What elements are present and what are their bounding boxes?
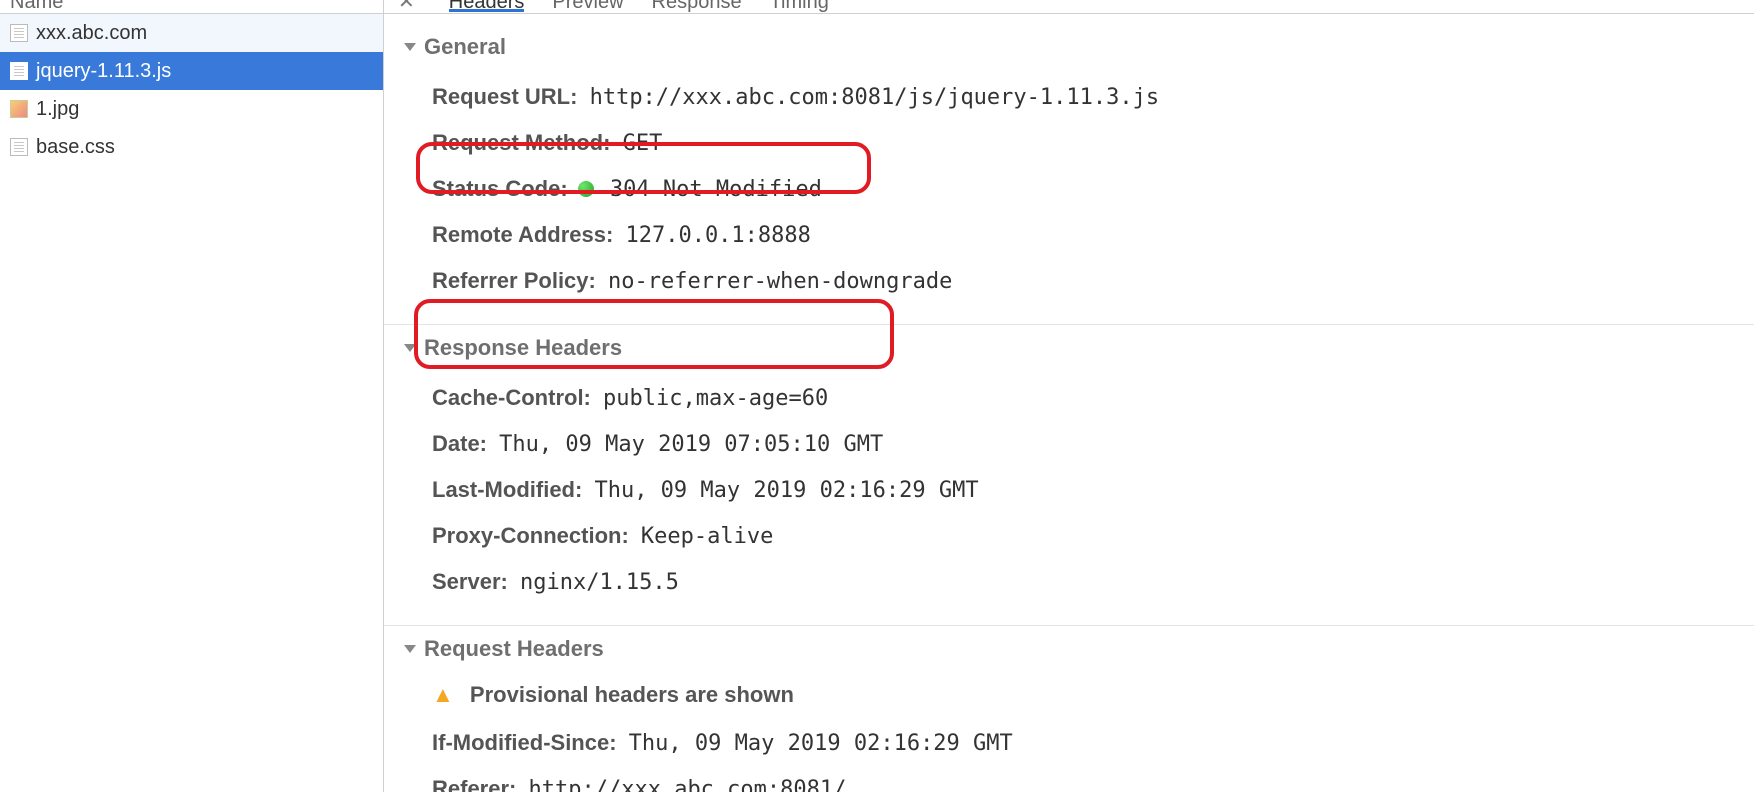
section-title-request-headers[interactable]: Request Headers — [404, 636, 1734, 662]
kv-server: Server: nginx/1.15.5 — [404, 559, 1734, 605]
kv-date: Date: Thu, 09 May 2019 07:05:10 GMT — [404, 421, 1734, 467]
document-icon — [10, 138, 28, 156]
document-icon — [10, 24, 28, 42]
label: Date: — [432, 431, 487, 456]
label: Request URL: — [432, 84, 577, 109]
provisional-text: Provisional headers are shown — [470, 682, 794, 707]
section-response-headers: Response Headers Cache-Control: public,m… — [384, 325, 1754, 626]
value: Thu, 09 May 2019 07:05:10 GMT — [493, 432, 883, 457]
headers-panel: General Request URL: http://xxx.abc.com:… — [384, 14, 1754, 792]
file-label: base.css — [36, 136, 115, 159]
section-title-label: Request Headers — [424, 636, 604, 662]
label: Status Code: — [432, 176, 568, 201]
label: Server: — [432, 569, 508, 594]
file-label: 1.jpg — [36, 98, 79, 121]
status-dot-icon — [578, 181, 594, 197]
file-label: xxx.abc.com — [36, 22, 147, 45]
tab-timing[interactable]: Timing — [770, 0, 829, 9]
close-icon[interactable]: ✕ — [392, 0, 421, 5]
image-icon — [10, 100, 28, 118]
provisional-warning: ▲ Provisional headers are shown — [404, 676, 1734, 720]
kv-referrer-policy: Referrer Policy: no-referrer-when-downgr… — [404, 258, 1734, 304]
label: Referer: — [432, 776, 516, 792]
value: no-referrer-when-downgrade — [602, 269, 952, 294]
tab-preview[interactable]: Preview — [552, 0, 623, 9]
kv-referer: Referer: http://xxx.abc.com:8081/ — [404, 766, 1734, 792]
value: nginx/1.15.5 — [514, 570, 679, 595]
chevron-down-icon — [404, 344, 416, 352]
document-icon — [10, 62, 28, 80]
label: Request Method: — [432, 130, 610, 155]
label: Cache-Control: — [432, 385, 591, 410]
details-pane: ✕ Headers Preview Response Timing Genera… — [384, 0, 1754, 792]
chevron-down-icon — [404, 645, 416, 653]
kv-request-url: Request URL: http://xxx.abc.com:8081/js/… — [404, 74, 1734, 120]
section-title-label: General — [424, 34, 506, 60]
label: Referrer Policy: — [432, 268, 596, 293]
list-item[interactable]: base.css — [0, 128, 383, 166]
label: Remote Address: — [432, 222, 613, 247]
value: Keep-alive — [635, 524, 773, 549]
value: Thu, 09 May 2019 02:16:29 GMT — [623, 731, 1013, 756]
sidebar-header-name[interactable]: Name — [0, 0, 383, 14]
label: Last-Modified: — [432, 477, 582, 502]
kv-last-modified: Last-Modified: Thu, 09 May 2019 02:16:29… — [404, 467, 1734, 513]
section-title-label: Response Headers — [424, 335, 622, 361]
list-item[interactable]: 1.jpg — [0, 90, 383, 128]
value: http://xxx.abc.com:8081/js/jquery-1.11.3… — [584, 85, 1160, 110]
value: GET — [617, 131, 663, 156]
tab-headers[interactable]: Headers — [449, 0, 525, 12]
list-item[interactable]: xxx.abc.com — [0, 14, 383, 52]
kv-request-method: Request Method: GET — [404, 120, 1734, 166]
chevron-down-icon — [404, 43, 416, 51]
warning-icon: ▲ — [432, 682, 454, 708]
request-list: xxx.abc.com jquery-1.11.3.js 1.jpg base.… — [0, 14, 383, 792]
value: http://xxx.abc.com:8081/ — [523, 777, 847, 792]
kv-proxy-connection: Proxy-Connection: Keep-alive — [404, 513, 1734, 559]
file-label: jquery-1.11.3.js — [36, 60, 171, 83]
section-general: General Request URL: http://xxx.abc.com:… — [384, 24, 1754, 325]
section-title-general[interactable]: General — [404, 34, 1734, 60]
label: Proxy-Connection: — [432, 523, 629, 548]
network-sidebar: Name xxx.abc.com jquery-1.11.3.js 1.jpg … — [0, 0, 384, 792]
tab-bar: ✕ Headers Preview Response Timing — [384, 0, 1754, 14]
kv-status-code: Status Code: 304 Not Modified — [404, 166, 1734, 212]
value: public,max-age=60 — [597, 386, 828, 411]
kv-remote-address: Remote Address: 127.0.0.1:8888 — [404, 212, 1734, 258]
tab-response[interactable]: Response — [652, 0, 742, 9]
section-request-headers: Request Headers ▲ Provisional headers ar… — [384, 626, 1754, 792]
kv-if-modified-since: If-Modified-Since: Thu, 09 May 2019 02:1… — [404, 720, 1734, 766]
list-item[interactable]: jquery-1.11.3.js — [0, 52, 383, 90]
kv-cache-control: Cache-Control: public,max-age=60 — [404, 375, 1734, 421]
value: 127.0.0.1:8888 — [619, 223, 810, 248]
value: 304 Not Modified — [604, 177, 822, 202]
value: Thu, 09 May 2019 02:16:29 GMT — [588, 478, 978, 503]
section-title-response-headers[interactable]: Response Headers — [404, 335, 1734, 361]
label: If-Modified-Since: — [432, 730, 617, 755]
